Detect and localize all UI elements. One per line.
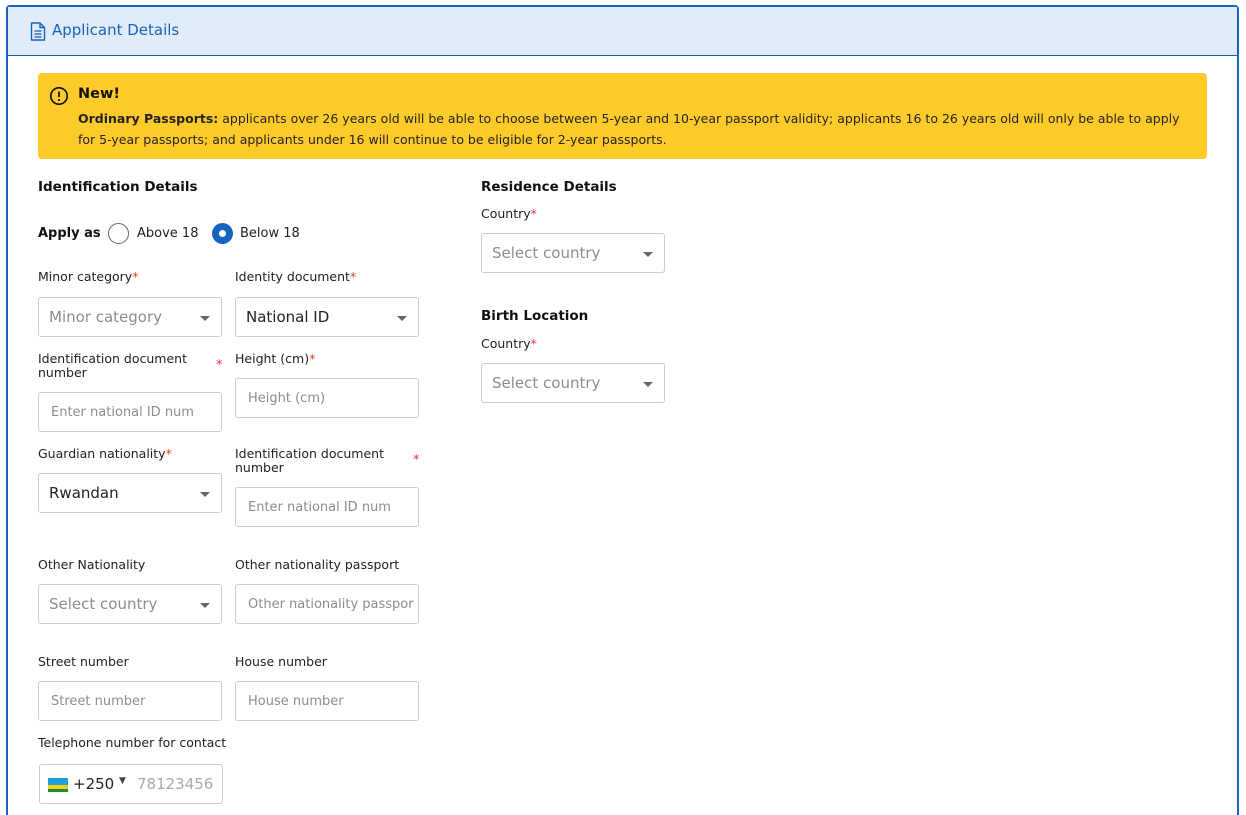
other-nationality-passport-label: Other nationality passport [235, 557, 400, 572]
height-label: Height (cm)* [235, 351, 316, 366]
id-document-number-label: Identification document number [38, 351, 187, 380]
chevron-down-icon [397, 316, 407, 321]
chevron-down-icon [200, 316, 210, 321]
radio-below-18-label[interactable]: Below 18 [240, 226, 300, 241]
guardian-nationality-label: Guardian nationality* [38, 446, 172, 461]
residence-details-title: Residence Details [481, 179, 617, 195]
guardian-id-document-number-label: Identification document number [235, 446, 384, 475]
apply-as-label: Apply as [38, 226, 101, 241]
birth-country-label: Country* [481, 336, 537, 351]
guardian-nationality-value: Rwandan [49, 484, 119, 502]
identification-details-title: Identification Details [38, 179, 198, 195]
panel-title: Applicant Details [52, 21, 180, 39]
notice-text: Ordinary Passports: applicants over 26 y… [78, 108, 1198, 150]
chevron-down-icon [643, 252, 653, 257]
height-input[interactable]: Height (cm) [235, 378, 419, 418]
id-document-number-input[interactable]: Enter national ID num [38, 392, 222, 432]
chevron-down-icon [200, 492, 210, 497]
house-number-label: House number [235, 654, 327, 669]
document-icon [30, 22, 46, 41]
rwanda-flag-icon[interactable] [48, 778, 68, 792]
guardian-id-document-number-required: * [413, 453, 420, 468]
notice-strong: Ordinary Passports: [78, 111, 219, 126]
birth-country-placeholder: Select country [492, 374, 601, 392]
caret-down-icon[interactable]: ▼ [119, 776, 126, 786]
exclamation-circle-icon [49, 86, 69, 106]
birth-country-select[interactable]: Select country [481, 363, 665, 403]
other-nationality-label: Other Nationality [38, 557, 146, 572]
other-nationality-placeholder: Select country [49, 595, 158, 613]
radio-above-18[interactable] [108, 223, 129, 244]
radio-below-18[interactable] [212, 223, 233, 244]
guardian-id-document-number-input[interactable]: Enter national ID num [235, 487, 419, 527]
radio-above-18-label[interactable]: Above 18 [137, 226, 198, 241]
guardian-nationality-select[interactable]: Rwandan [38, 473, 222, 513]
chevron-down-icon [643, 382, 653, 387]
telephone-label: Telephone number for contact [38, 735, 227, 750]
street-number-label: Street number [38, 654, 129, 669]
identity-document-value: National ID [246, 308, 330, 326]
identity-document-label: Identity document* [235, 269, 357, 284]
notice-label: New! [78, 86, 120, 102]
identity-document-select[interactable]: National ID [235, 297, 419, 337]
birth-location-title: Birth Location [481, 308, 589, 324]
residence-country-placeholder: Select country [492, 244, 601, 262]
chevron-down-icon [200, 603, 210, 608]
telephone-input[interactable]: +250 ▼ 78123456 [39, 764, 223, 804]
telephone-placeholder: 78123456 [137, 775, 214, 793]
house-number-input[interactable]: House number [235, 681, 419, 721]
minor-category-select[interactable]: Minor category [38, 297, 222, 337]
other-nationality-select[interactable]: Select country [38, 584, 222, 624]
applicant-details-panel: Applicant Details New! Ordinary Passport… [6, 5, 1239, 815]
new-notice-banner: New! Ordinary Passports: applicants over… [38, 73, 1207, 159]
residence-country-label: Country* [481, 206, 537, 221]
minor-category-placeholder: Minor category [49, 308, 163, 326]
notice-body: applicants over 26 years old will be abl… [78, 111, 1180, 147]
id-document-number-required: * [216, 358, 223, 373]
minor-category-label: Minor category* [38, 269, 139, 284]
residence-country-select[interactable]: Select country [481, 233, 665, 273]
other-nationality-passport-input[interactable]: Other nationality passpor [235, 584, 419, 624]
street-number-input[interactable]: Street number [38, 681, 222, 721]
panel-header: Applicant Details [8, 7, 1237, 56]
country-code[interactable]: +250 [73, 775, 114, 793]
